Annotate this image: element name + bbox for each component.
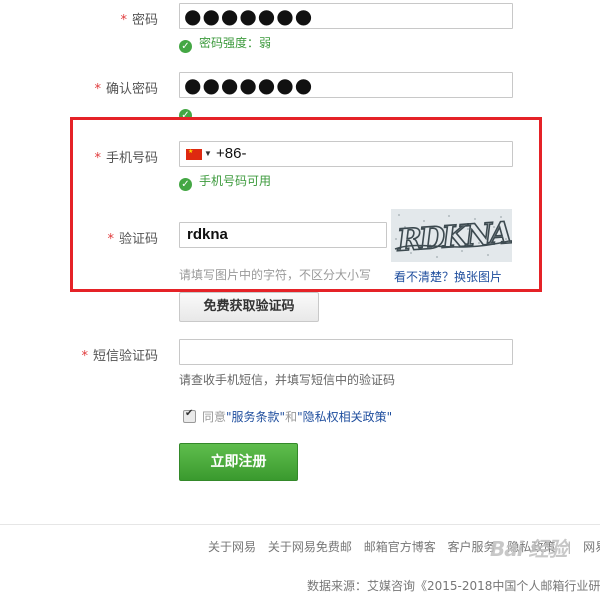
- sms-code-input[interactable]: [179, 339, 513, 365]
- captcha-label: * 验证码: [107, 232, 158, 247]
- captcha-value: rdkna: [187, 226, 228, 243]
- confirm-password-label: * 确认密码: [94, 82, 158, 97]
- captcha-hint: 请填写图片中的字符，不区分大小写: [179, 268, 372, 282]
- password-label: * 密码: [120, 13, 158, 28]
- sms-code-label: * 短信验证码: [81, 349, 158, 364]
- footer-link-about-free-mail[interactable]: 关于网易免费邮: [268, 540, 352, 554]
- china-flag-icon[interactable]: ★: [186, 149, 202, 160]
- sms-code-hint: 请查收手机短信，并填写短信中的验证码: [179, 373, 396, 387]
- data-source-caption: 数据来源：艾媒咨询《2015-2018中国个人邮箱行业研: [307, 579, 600, 593]
- check-circle-icon: ✓: [179, 40, 192, 53]
- confirm-password-input[interactable]: ●●●●●●●: [179, 72, 513, 98]
- privacy-policy-link[interactable]: "隐私权相关政策": [297, 410, 392, 424]
- phone-label: * 手机号码: [94, 151, 158, 166]
- baidu-jingyan-watermark: Bai 经验: [490, 537, 568, 561]
- footer-link-customer-service[interactable]: 客户服务: [448, 540, 496, 554]
- check-circle-icon: ✓: [179, 178, 192, 191]
- terms-of-service-link[interactable]: "服务条款": [226, 410, 285, 424]
- check-circle-icon: ✓: [179, 109, 192, 117]
- footer-link-about-netease[interactable]: 关于网易: [208, 540, 256, 554]
- refresh-captcha-link[interactable]: 看不清楚？换张图片: [394, 268, 502, 285]
- confirm-password-masked-value: ●●●●●●●: [184, 73, 314, 97]
- footer-link-official-blog[interactable]: 邮箱官方博客: [364, 540, 436, 554]
- password-masked-value: ●●●●●●●: [184, 4, 314, 28]
- footer-link-netease[interactable]: 网易公: [583, 540, 600, 554]
- captcha-input[interactable]: rdkna: [179, 222, 387, 248]
- phone-input[interactable]: ★ ▼ +86-: [179, 141, 513, 167]
- footer-separator: |: [567, 540, 572, 554]
- captcha-image[interactable]: RDKNA: [391, 209, 512, 262]
- captcha-graphic: RDKNA: [391, 209, 512, 262]
- phone-value: +86-: [216, 145, 247, 162]
- phone-valid-status: ✓ 手机号码可用: [179, 174, 271, 191]
- get-sms-code-button[interactable]: 免费获取验证码: [179, 292, 319, 322]
- confirm-password-status: ✓: [179, 105, 199, 117]
- password-strength-status: ✓ 密码强度：弱: [179, 36, 271, 53]
- register-button[interactable]: 立即注册: [179, 443, 298, 481]
- footer-divider: [0, 524, 600, 525]
- password-input[interactable]: ●●●●●●●: [179, 3, 513, 29]
- agreement-text: 同意"服务条款"和"隐私权相关政策": [202, 410, 393, 424]
- agreement-checkbox[interactable]: [183, 408, 196, 423]
- chevron-down-icon[interactable]: ▼: [204, 149, 212, 158]
